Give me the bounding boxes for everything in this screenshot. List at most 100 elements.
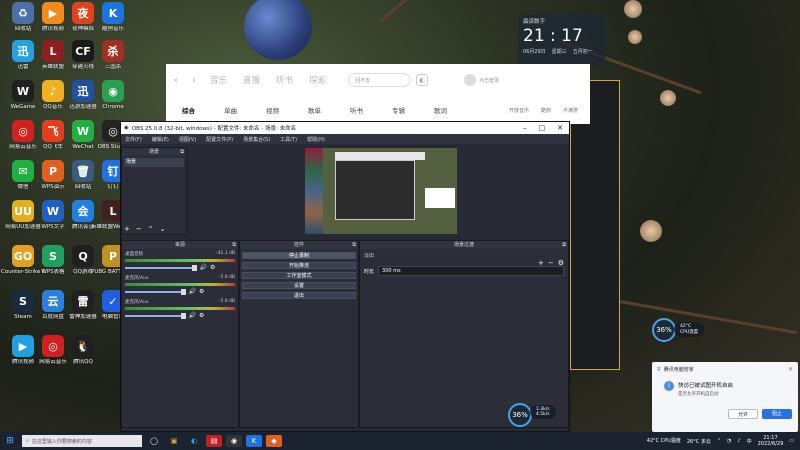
subtab-lyrics[interactable]: 歌词 [434,105,476,115]
task-view-icon[interactable]: ◯ [146,435,162,447]
slider-handle[interactable] [180,312,186,319]
start-streaming-button[interactable]: 开始推流 [242,262,356,269]
mic-icon[interactable]: ◐ [416,74,429,86]
desktop-icon[interactable]: 🐧 腾讯QQ [63,335,103,381]
taskbar-search-input[interactable]: ⌕ 在这里输入你要搜索的内容 [22,435,142,447]
windows-start-icon[interactable]: ⊞ [0,436,20,446]
obs-preview[interactable] [305,148,457,234]
link-open-music[interactable]: 开放音乐 [509,107,529,114]
block-button[interactable]: 阻止 [762,409,792,419]
menu-scene-collection[interactable]: 场景集合(S) [243,136,270,143]
stop-recording-button[interactable]: 停止录制 [242,252,356,259]
speaker-icon[interactable]: 🔊 [200,264,207,271]
close-icon[interactable]: ✕ [788,366,793,373]
net-down: 4.5k/s [536,412,550,417]
close-button[interactable]: ✕ [557,124,563,132]
app-icon[interactable]: ▤ [206,435,222,447]
minimize-button[interactable]: – [523,124,527,132]
notification-app: 腾讯电脑管家 [663,367,694,373]
net-speed-widget: 1.3k/s 4.5k/s [530,405,556,419]
edge-icon[interactable]: ◐ [186,435,202,447]
settings-button[interactable]: 设置 [242,282,356,289]
notification-center-icon[interactable]: ▭ [789,438,794,444]
menu-view[interactable]: 视图(V) [179,136,196,143]
add-transition-icon[interactable]: + [538,259,544,267]
slider-handle[interactable] [191,264,197,271]
tray-chevron-icon[interactable]: ⌃ [717,438,721,444]
remove-transition-icon[interactable]: − [548,259,554,267]
volume-icon[interactable]: ♪ [737,438,740,444]
subtab-video[interactable]: 视频 [266,105,308,115]
tab-books[interactable]: 听书 [276,74,293,86]
maximize-button[interactable]: □ [539,124,546,132]
speaker-icon[interactable]: 🔊 [189,312,196,319]
menu-edit[interactable]: 编辑(E) [152,136,169,143]
gear-icon[interactable]: ⚙ [199,312,204,319]
tab-music[interactable]: 音乐 [210,74,227,86]
remove-scene-icon[interactable]: − [136,225,142,233]
app-icon: ◎ [12,120,34,142]
volume-slider[interactable] [125,264,197,271]
tray-language[interactable]: 中 [747,438,752,445]
menu-tools[interactable]: 工具(T) [280,136,297,143]
link-kugou[interactable]: 酷狗 [541,107,551,114]
studio-mode-button[interactable]: 工作室模式 [242,272,356,279]
add-scene-icon[interactable]: + [124,225,130,233]
tray-clock[interactable]: 21:17 2022/6/29 [758,435,784,447]
subtab-playlist[interactable]: 歌单 [308,105,350,115]
clock-date: 06月29日 [523,49,546,55]
app-icon: ◉ [102,80,124,102]
music-search-input[interactable]: 回不去 [348,73,411,87]
scenes-dock: 场景 ⧉ 场景 + − ⌃ ⌄ [121,147,187,235]
net-gauge[interactable]: 36% [508,403,532,427]
move-down-icon[interactable]: ⌄ [160,225,166,233]
menu-profile[interactable]: 配置文件(P) [206,136,233,143]
channel-db: -41.1 dB [215,251,235,256]
app-icon: L [42,40,64,62]
subtab-single[interactable]: 单曲 [224,105,266,115]
gear-icon[interactable]: ⚙ [199,288,204,295]
tab-live[interactable]: 直播 [243,74,260,86]
obs-taskbar-icon[interactable]: ◉ [226,435,242,447]
clock-widget[interactable]: 晨读数字 21 : 17 06月29日 星期三 五月初一 [518,14,605,66]
tab-explore[interactable]: 探索 [309,74,326,86]
scene-item[interactable]: 场景 [124,158,184,167]
slider-handle[interactable] [180,288,186,295]
app-icon: 🗑 [72,160,94,182]
transition-gear-icon[interactable]: ⚙ [558,259,564,267]
app-icon: W [42,200,64,222]
channel-db: -5.0 dB [218,299,235,304]
desktop-icon-label: 酷狗音乐 [101,26,124,32]
speaker-icon[interactable]: 🔊 [189,288,196,295]
back-icon[interactable]: ‹ [174,75,186,86]
obs-titlebar: ◉ OBS 25.0.8 (32-bit, windows) - 配置文件: 未… [121,122,569,134]
forward-icon[interactable]: › [192,75,204,86]
desktop-icon-label: Chrome [102,104,124,110]
volume-slider[interactable] [125,312,186,319]
subtab-books[interactable]: 听书 [350,105,392,115]
subtab-all[interactable]: 综合 [182,105,224,115]
transition-type[interactable]: 淡出 [360,249,568,262]
duration-input[interactable]: 300 ms [378,266,564,276]
wallpaper-branch [379,0,473,23]
menu-file[interactable]: 文件(F) [125,136,142,143]
allow-button[interactable]: 允许 [728,409,758,419]
login-button[interactable]: 点击登录 [464,74,499,86]
move-up-icon[interactable]: ⌃ [148,225,154,233]
kugou-taskbar-icon[interactable]: K [246,435,262,447]
gear-icon[interactable]: ⚙ [210,264,215,271]
volume-slider[interactable] [125,288,186,295]
app-icon: K [102,2,124,24]
clock-header: 晨读数字 [523,19,546,25]
exit-button[interactable]: 退出 [242,292,356,299]
cpu-gauge[interactable]: 36% [652,318,676,342]
explorer-icon[interactable]: ▣ [166,435,182,447]
menu-help[interactable]: 帮助(H) [307,136,325,143]
app-taskbar-icon[interactable]: ◆ [266,435,282,447]
link-feedback[interactable]: 不满意 [563,107,578,114]
network-icon[interactable]: ◔ [727,438,731,444]
subtab-album[interactable]: 专辑 [392,105,434,115]
app-icon: ▶ [12,335,34,357]
app-icon: ♪ [42,80,64,102]
transitions-header: 场景过渡 [453,242,474,248]
